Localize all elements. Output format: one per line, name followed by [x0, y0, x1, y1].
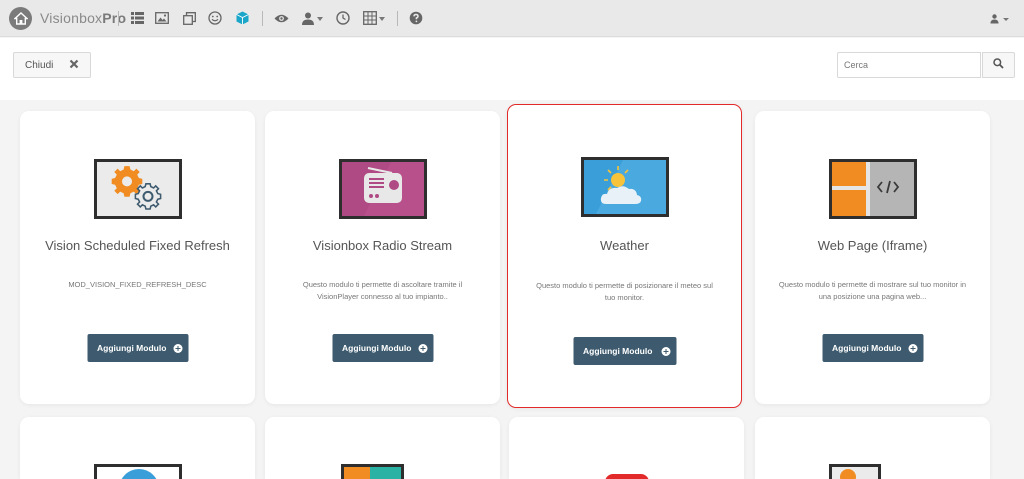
- module-description: MOD_VISION_FIXED_REFRESH_DESC: [68, 280, 207, 289]
- add-module-button[interactable]: Aggiungi Modulo: [573, 337, 676, 365]
- module-card[interactable]: Vision Scheduled Fixed Refresh MOD_VISIO…: [20, 111, 255, 404]
- module-card[interactable]: [265, 417, 500, 479]
- user-dropdown-icon[interactable]: [300, 10, 316, 26]
- help-icon[interactable]: [408, 10, 424, 26]
- search-button[interactable]: [982, 52, 1015, 78]
- clock-icon[interactable]: [335, 10, 351, 26]
- close-button[interactable]: Chiudi: [13, 52, 91, 78]
- divider: [118, 11, 119, 26]
- module-description: Questo modulo ti permette di posizionare…: [536, 281, 713, 302]
- module-preview-icon: [605, 474, 649, 479]
- add-module-button[interactable]: Aggiungi Modulo: [822, 334, 923, 362]
- plus-circle-icon: [661, 346, 670, 356]
- webpage-icon: [828, 159, 917, 219]
- add-module-button[interactable]: Aggiungi Modulo: [332, 334, 433, 362]
- add-module-label: Aggiungi Modulo: [832, 343, 902, 353]
- module-card[interactable]: [755, 417, 990, 479]
- radio-icon: [338, 159, 427, 219]
- module-title: Vision Scheduled Fixed Refresh: [45, 238, 230, 253]
- module-card[interactable]: [509, 417, 744, 479]
- divider: [262, 11, 263, 26]
- gears-icon: [829, 464, 881, 479]
- module-card[interactable]: [20, 417, 255, 479]
- search-icon: [993, 56, 1004, 74]
- plus-circle-icon: [173, 343, 182, 353]
- module-title: Weather: [600, 238, 649, 253]
- add-module-label: Aggiungi Modulo: [342, 343, 412, 353]
- top-navbar: VisionboxPro: [0, 0, 1024, 37]
- home-icon[interactable]: [9, 7, 32, 30]
- weather-icon: [580, 157, 669, 217]
- plus-circle-icon: [418, 343, 427, 353]
- brand-logo: VisionboxPro: [40, 10, 127, 26]
- search-input[interactable]: [837, 52, 981, 78]
- layout-icon: [341, 464, 404, 479]
- add-module-label: Aggiungi Modulo: [97, 343, 167, 353]
- add-module-label: Aggiungi Modulo: [583, 346, 653, 356]
- caret-down-icon[interactable]: [317, 17, 323, 21]
- close-icon: [69, 59, 79, 72]
- grid-dropdown-icon[interactable]: [362, 10, 378, 26]
- caret-down-icon[interactable]: [379, 17, 385, 21]
- divider: [397, 11, 398, 26]
- eye-icon[interactable]: [273, 10, 289, 26]
- close-label: Chiudi: [25, 59, 54, 71]
- add-module-button[interactable]: Aggiungi Modulo: [87, 334, 188, 362]
- module-description: Questo modulo ti permette di ascoltare t…: [302, 280, 463, 301]
- module-card[interactable]: Web Page (Iframe) Questo modulo ti perme…: [755, 111, 990, 404]
- plus-circle-icon: [908, 343, 917, 353]
- image-icon[interactable]: [154, 10, 170, 26]
- gears-icon: [93, 159, 182, 219]
- smile-icon[interactable]: [207, 10, 223, 26]
- module-card[interactable]: Visionbox Radio Stream Questo modulo ti …: [265, 111, 500, 404]
- module-description: Questo modulo ti permette di mostrare su…: [778, 280, 967, 301]
- list-icon[interactable]: [129, 10, 145, 26]
- module-card-selected[interactable]: Weather Questo modulo ti permette di pos…: [507, 104, 742, 408]
- user-menu[interactable]: [990, 11, 1010, 29]
- module-title: Visionbox Radio Stream: [312, 238, 453, 253]
- cloud-icon: [94, 464, 182, 479]
- cube-icon[interactable]: [234, 10, 250, 26]
- module-title: Web Page (Iframe): [817, 238, 928, 253]
- copy-icon[interactable]: [181, 10, 197, 26]
